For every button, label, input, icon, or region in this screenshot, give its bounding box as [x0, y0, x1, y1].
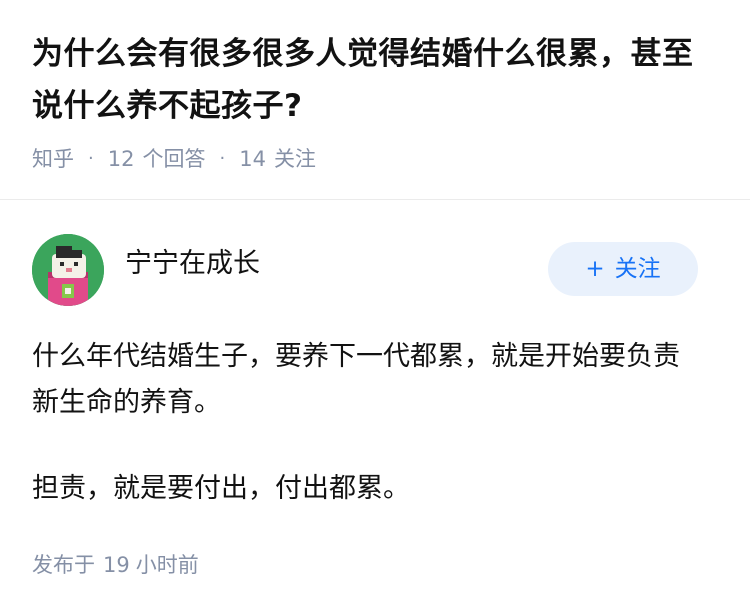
question-title[interactable]: 为什么会有很多很多人觉得结婚什么很累，甚至说什么养不起孩子?	[32, 28, 722, 132]
source-label[interactable]: 知乎	[32, 144, 74, 174]
answer-count: 12	[107, 147, 135, 171]
section-divider	[0, 199, 750, 200]
question-header: 为什么会有很多很多人觉得结婚什么很累，甚至说什么养不起孩子? 知乎 · 12 个…	[32, 28, 722, 174]
published-time: 发布于 19 小时前	[32, 550, 199, 580]
published-number: 19	[103, 553, 130, 577]
follow-button[interactable]: + 关注	[548, 242, 698, 296]
answer-paragraph: 担责，就是要付出，付出都累。	[32, 473, 410, 504]
answer-count-label: 个回答	[142, 147, 206, 171]
author-row: 宁宁在成长 + 关注	[32, 234, 698, 306]
answer-paragraph: 什么年代结婚生子，要养下一代都累，就是开始要负责新生命的养育。	[32, 341, 680, 418]
plus-icon: +	[585, 256, 605, 282]
published-prefix: 发布于	[32, 553, 95, 577]
avatar-cartoon-icon	[32, 234, 104, 306]
avatar[interactable]	[32, 234, 104, 306]
published-unit: 小时前	[135, 553, 199, 577]
follower-count: 14	[239, 147, 266, 171]
answer-content: 什么年代结婚生子，要养下一代都累，就是开始要负责新生命的养育。 担责，就是要付出…	[32, 334, 702, 552]
follow-button-label: 关注	[614, 256, 661, 282]
meta-separator: ·	[219, 148, 226, 169]
author-name[interactable]: 宁宁在成长	[125, 246, 260, 282]
follower-count-label: 关注	[273, 147, 316, 171]
question-meta: 知乎 · 12 个回答 · 14 关注	[32, 144, 722, 174]
meta-separator: ·	[88, 148, 94, 169]
